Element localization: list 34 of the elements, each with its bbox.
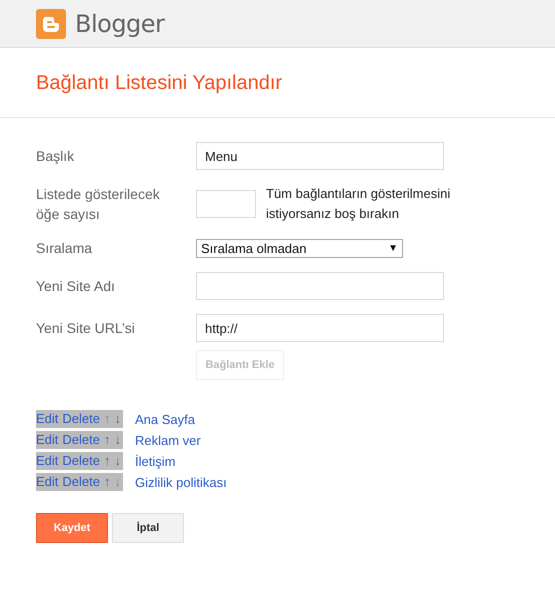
link-name[interactable]: İletişim (134, 454, 176, 468)
text-field[interactable]: http:// (196, 314, 444, 342)
field-label: Başlık (36, 147, 76, 166)
delete-link[interactable]: Delete (62, 473, 100, 491)
field-label: Sıralama (36, 239, 94, 258)
edit-link[interactable]: Edit (36, 473, 58, 491)
edit-link[interactable]: Edit (36, 452, 58, 470)
move-up-link[interactable]: ↑ (104, 473, 110, 491)
blogger-logo-icon (36, 8, 66, 38)
link-name[interactable]: Reklam ver (134, 432, 201, 448)
sort-dropdown[interactable]: Sıralama olmadan ▼ (196, 238, 403, 258)
delete-link[interactable]: Delete (62, 452, 100, 470)
field-hint: Tüm bağlantıların gösterilmesini istiyorsanız boş bırakın (266, 185, 452, 223)
text-field[interactable] (196, 272, 444, 300)
delete-link[interactable]: Delete (62, 410, 100, 428)
move-down-link[interactable]: ↓ (114, 452, 121, 470)
number-field[interactable] (196, 190, 256, 218)
edit-link[interactable]: Edit (36, 431, 58, 449)
link-name[interactable]: Ana Sayfa (134, 412, 195, 426)
move-down-link[interactable]: ↓ (114, 410, 121, 428)
delete-link[interactable]: Delete (62, 431, 100, 449)
cancel-button[interactable]: İptal (112, 513, 184, 543)
field-label: Yeni Site Adı (36, 277, 116, 296)
brand-name: Blogger (75, 10, 164, 38)
field-label: Yeni Site URL’si (36, 319, 136, 338)
page-title: Bağlantı Listesini Yapılandır (0, 48, 555, 118)
move-up-link[interactable]: ↑ (104, 452, 110, 470)
text-field[interactable]: Menu (196, 142, 444, 170)
move-up-link[interactable]: ↑ (104, 431, 110, 449)
move-down-link[interactable]: ↓ (114, 431, 121, 449)
edit-link[interactable]: Edit (36, 410, 58, 428)
save-button[interactable]: Kaydet (36, 513, 108, 543)
field-label: Listede gösterilecek öğe sayısı (36, 185, 161, 224)
link-name[interactable]: Gizlilik politikası (134, 474, 227, 490)
